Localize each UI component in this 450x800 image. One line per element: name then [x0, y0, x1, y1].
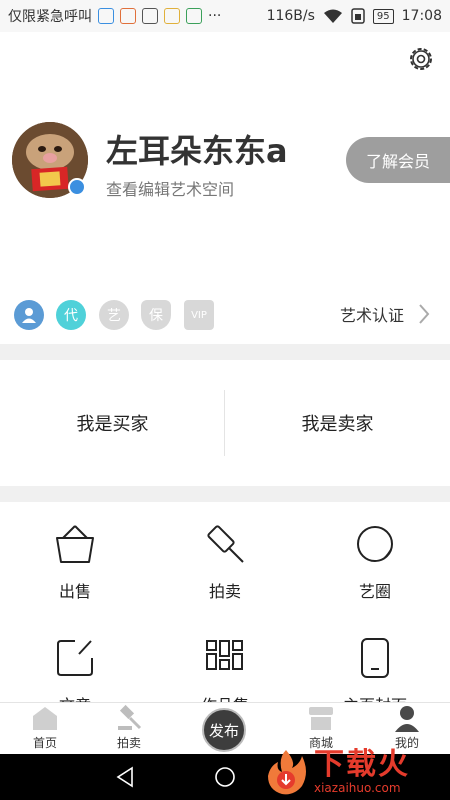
app-notification-icon: [164, 8, 180, 24]
tab-label: 首页: [32, 736, 57, 750]
agent-cert-icon[interactable]: 代: [56, 300, 86, 330]
fire-logo-icon: [268, 750, 306, 795]
watermark: 下载火 xiazaihuo.com: [262, 744, 450, 800]
wifi-icon: [323, 9, 342, 23]
edit-space-link[interactable]: 查看编辑艺术空间: [106, 176, 234, 200]
sim-icon: [351, 8, 365, 24]
grid-item-auction[interactable]: 拍卖: [150, 522, 300, 602]
watermark-title: 下载火: [314, 747, 410, 782]
user-name[interactable]: 左耳朵东东a: [106, 126, 288, 172]
seller-button[interactable]: 我是卖家: [225, 360, 450, 486]
art-certification-label: 艺术认证: [339, 306, 404, 325]
shop-icon: [309, 707, 333, 730]
home-button-icon[interactable]: [214, 766, 236, 788]
phone-icon: [361, 638, 389, 678]
status-notification: 仅限紧急呼叫: [8, 9, 92, 25]
grid-item-circle[interactable]: 艺圈: [300, 522, 450, 602]
circle-icon: [357, 526, 393, 562]
back-icon[interactable]: [114, 766, 136, 788]
gavel-icon: [207, 525, 244, 563]
section-divider: [0, 486, 450, 502]
publish-button[interactable]: 发布: [202, 708, 246, 752]
art-cert-icon[interactable]: 艺: [99, 300, 129, 330]
basket-icon: [56, 525, 94, 563]
grid-label: 艺圈: [358, 582, 391, 601]
battery-indicator: 95: [372, 8, 394, 24]
tab-auction[interactable]: 拍卖: [84, 703, 174, 755]
gear-icon[interactable]: [406, 44, 436, 74]
gavel-icon: [118, 704, 142, 730]
tab-home[interactable]: 首页: [0, 703, 90, 755]
art-certification-link[interactable]: 艺术认证: [340, 302, 430, 326]
section-divider: [0, 344, 450, 360]
network-speed: 116B/s: [266, 8, 315, 24]
buyer-button[interactable]: 我是买家: [0, 360, 225, 486]
grid-label: 出售: [58, 582, 91, 601]
person-icon: [395, 706, 419, 732]
grid-label: 拍卖: [208, 582, 241, 601]
clock: 17:08: [401, 8, 442, 24]
tab-label: 拍卖: [116, 736, 141, 750]
certification-row: 代 艺 保 VIP 艺术认证: [0, 298, 450, 334]
membership-button[interactable]: 了解会员: [346, 137, 450, 183]
app-notification-icon: [120, 8, 136, 24]
user-badge-icon: [68, 178, 86, 196]
status-bar: 仅限紧急呼叫 ··· 116B/s 95 17:08: [0, 0, 450, 32]
gallery-icon: [206, 640, 243, 670]
role-switch: 我是买家 我是卖家: [0, 360, 450, 486]
role-separator: [224, 390, 225, 456]
app-notification-icon: [98, 8, 114, 24]
chevron-right-icon: [419, 304, 430, 324]
watermark-url: xiazaihuo.com: [314, 781, 401, 795]
grid-item-sell[interactable]: 出售: [0, 522, 150, 602]
guarantee-cert-icon[interactable]: 保: [141, 300, 171, 330]
home-icon: [33, 707, 57, 730]
app-notification-icon: [186, 8, 202, 24]
vip-cert-icon[interactable]: VIP: [184, 300, 214, 330]
edit-icon: [57, 640, 93, 676]
user-cert-icon[interactable]: [14, 300, 44, 330]
app-notification-icon: [142, 8, 158, 24]
more-notifications-icon: ···: [208, 8, 222, 24]
